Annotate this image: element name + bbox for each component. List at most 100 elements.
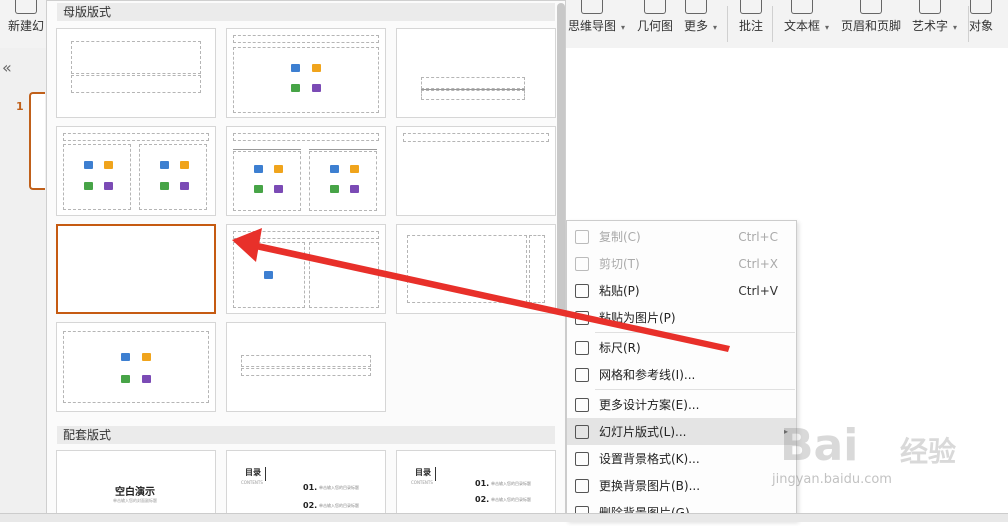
master-layouts-header: 母版版式: [57, 3, 555, 21]
layout-vertical-title[interactable]: [396, 224, 556, 314]
baidu-jingyan-watermark: Bai 经验 jingyan.baidu.com: [760, 420, 1000, 500]
paste-icon: [575, 283, 589, 298]
matching-layout-toc-1[interactable]: 目录 CONTENTS 01. 单击输入您的目录标题 02. 单击输入您的目录标…: [226, 450, 386, 520]
menu-cut[interactable]: 剪切(T) Ctrl+X: [567, 250, 796, 277]
matching-layout-blank-presentation[interactable]: 空白演示 单击输入您的封面副标题: [56, 450, 216, 520]
layout-title-only[interactable]: [396, 126, 556, 216]
replace-image-icon: [575, 478, 589, 493]
ribbon-label: 艺术字: [912, 19, 949, 33]
chevron-down-icon: ▾: [713, 23, 718, 32]
menu-item-label: 更多设计方案(E)...: [599, 398, 700, 412]
wordart-button[interactable]: 艺术字 ▾: [912, 0, 957, 48]
watermark-brand-suffix: 经验: [900, 435, 957, 468]
paste-image-icon: [575, 310, 589, 325]
menu-paste[interactable]: 粘贴(P) Ctrl+V: [567, 277, 796, 304]
new-slide-icon: [15, 0, 37, 14]
menu-grid-guides[interactable]: 网格和参考线(I)...: [567, 361, 796, 388]
menu-item-label: 复制(C): [599, 230, 641, 244]
layout-title-subtitle[interactable]: [226, 322, 386, 412]
mindmap-button[interactable]: 思维导图 ▾: [568, 0, 625, 48]
scissors-icon: [575, 256, 589, 271]
menu-item-shortcut: Ctrl+C: [738, 229, 778, 244]
object-button[interactable]: 对象: [969, 0, 993, 48]
ribbon-label: 更多: [684, 19, 709, 33]
menu-item-label: 标尺(R): [599, 341, 641, 355]
more-button[interactable]: 更多 ▾: [684, 0, 717, 48]
menu-more-designs[interactable]: 更多设计方案(E)...: [567, 391, 796, 418]
toc-title: 目录: [415, 468, 431, 477]
design-icon: [575, 397, 589, 412]
menu-item-label: 粘贴为图片(P): [599, 311, 676, 325]
toc-item-number: 02.: [475, 495, 490, 504]
toc-title: 目录: [245, 468, 261, 477]
header-footer-button[interactable]: 页眉和页脚: [841, 0, 901, 48]
layout-title[interactable]: [56, 28, 216, 118]
header-footer-icon: [860, 0, 882, 14]
layout-panel: 母版版式 配套版式 空白演示 单击输入您的封面副标题 目录 CONTENTS 0…: [46, 0, 566, 521]
mindmap-icon: [581, 0, 603, 14]
layout-blank-selected[interactable]: [56, 224, 216, 314]
geometry-button[interactable]: 几何图: [637, 0, 673, 48]
comment-icon: [740, 0, 762, 14]
ribbon-separator: [727, 6, 728, 42]
menu-item-label: 剪切(T): [599, 257, 640, 271]
toc-item-text: 单击输入您的目录标题: [491, 481, 531, 486]
menu-copy[interactable]: 复制(C) Ctrl+C: [567, 223, 796, 250]
layout-section-header[interactable]: [396, 28, 556, 118]
chevron-down-icon: ▾: [953, 23, 958, 32]
blank-presentation-subtitle: 单击输入您的封面副标题: [113, 498, 157, 503]
chevron-down-icon: ▾: [825, 23, 830, 32]
toc-item-number: 01.: [303, 483, 318, 492]
layout-icon: [575, 424, 589, 439]
menu-item-label: 更换背景图片(B)...: [599, 479, 701, 493]
menu-ruler[interactable]: 标尺(R): [567, 334, 796, 361]
slide-number: 1: [16, 100, 24, 113]
geometry-icon: [644, 0, 666, 14]
menu-separator: [595, 389, 795, 390]
toc-item-text: 单击输入您的目录标题: [319, 503, 359, 508]
ribbon-label: 文本框: [784, 19, 821, 33]
menu-item-shortcut: Ctrl+V: [738, 283, 778, 298]
matching-layout-toc-2[interactable]: 目录 CONTENTS 01. 单击输入您的目录标题 02. 单击输入您的目录标…: [396, 450, 556, 520]
toc-subtitle: CONTENTS: [411, 480, 433, 485]
layout-two-content[interactable]: [56, 126, 216, 216]
menu-item-label: 幻灯片版式(L)...: [599, 425, 687, 439]
chevron-down-icon: ▾: [621, 23, 626, 32]
menu-item-shortcut: Ctrl+X: [738, 256, 778, 271]
wordart-icon: [919, 0, 941, 14]
menu-item-label: 设置背景格式(K)...: [599, 452, 700, 466]
menu-item-label: 粘贴(P): [599, 284, 640, 298]
toc-subtitle: CONTENTS: [241, 480, 263, 485]
blank-presentation-title: 空白演示: [115, 487, 155, 498]
ribbon-label: 对象: [969, 19, 994, 33]
matching-layouts-header: 配套版式: [57, 426, 555, 444]
ruler-icon: [575, 340, 589, 355]
ribbon-label: 思维导图: [568, 19, 617, 33]
layout-picture-caption[interactable]: [226, 224, 386, 314]
slide-thumbnail[interactable]: [29, 92, 45, 190]
toc-item-number: 02.: [303, 501, 318, 510]
menu-item-label: 网格和参考线(I)...: [599, 368, 696, 382]
textbox-icon: [791, 0, 813, 14]
toc-item-text: 单击输入您的目录标题: [491, 497, 531, 502]
watermark-brand: Bai: [780, 420, 859, 471]
ribbon-label: 新建幻: [8, 19, 45, 33]
background-icon: [575, 451, 589, 466]
collapse-pane-icon[interactable]: «: [2, 58, 12, 77]
copy-icon: [575, 229, 589, 244]
new-slide-button[interactable]: 新建幻: [8, 0, 44, 48]
textbox-button[interactable]: 文本框 ▾: [784, 0, 829, 48]
ribbon-separator: [772, 6, 773, 42]
watermark-url: jingyan.baidu.com: [772, 472, 892, 487]
comment-button[interactable]: 批注: [739, 0, 763, 48]
menu-separator: [595, 332, 795, 333]
more-icon: [685, 0, 707, 14]
ribbon-separator: [968, 6, 969, 42]
layout-content[interactable]: [56, 322, 216, 412]
grid-icon: [575, 367, 589, 382]
layout-title-content[interactable]: [226, 28, 386, 118]
toc-item-text: 单击输入您的目录标题: [319, 485, 359, 490]
layout-comparison[interactable]: [226, 126, 386, 216]
panel-scrollbar[interactable]: [557, 3, 565, 313]
menu-paste-as-image[interactable]: 粘贴为图片(P): [567, 304, 796, 331]
